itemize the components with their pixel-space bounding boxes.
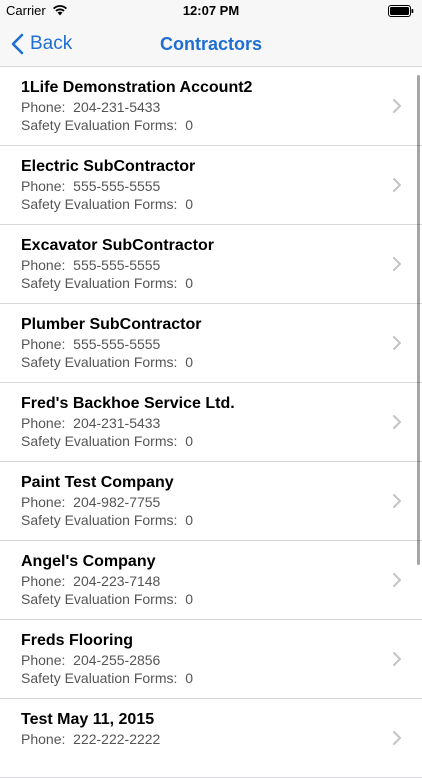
phone-value: 204-223-7148 — [73, 573, 161, 589]
phone-line: Phone: 555-555-5555 — [21, 177, 372, 195]
list-item[interactable]: Excavator SubContractor Phone: 555-555-55… — [0, 225, 422, 304]
list-item[interactable]: Plumber SubContractor Phone: 555-555-5555… — [0, 304, 422, 383]
status-bar: Carrier 12:07 PM — [0, 0, 422, 22]
contractor-details: 1Life Demonstration Account2 Phone: 204-2… — [21, 78, 372, 134]
forms-line: Safety Evaluation Forms: 0 — [21, 353, 372, 371]
list-item[interactable]: Test May 11, 2015 Phone: 222-222-2222 — [0, 699, 422, 778]
chevron-right-icon — [393, 494, 401, 508]
chevron-right-icon — [393, 99, 401, 113]
forms-count: 0 — [185, 117, 193, 133]
phone-value: 204-255-2856 — [73, 652, 161, 668]
forms-label: Safety Evaluation Forms: — [21, 117, 178, 133]
phone-value: 555-555-5555 — [73, 257, 161, 273]
phone-label: Phone: — [21, 652, 66, 668]
contractor-details: Freds Flooring Phone: 204-255-2856 Safety … — [21, 631, 372, 687]
phone-label: Phone: — [21, 415, 66, 431]
forms-count: 0 — [185, 670, 193, 686]
contractor-details: Paint Test Company Phone: 204-982-7755 Saf… — [21, 473, 372, 529]
contractor-name: Fred's Backhoe Service Ltd. — [21, 395, 235, 412]
phone-label: Phone: — [21, 336, 66, 352]
phone-label: Phone: — [21, 99, 66, 115]
phone-line: Phone: 204-982-7755 — [21, 493, 372, 511]
phone-line: Phone: 204-231-5433 — [21, 98, 372, 116]
contractor-name: Excavator SubContractor — [21, 237, 214, 254]
forms-label: Safety Evaluation Forms: — [21, 196, 178, 212]
clock: 12:07 PM — [182, 3, 240, 18]
chevron-right-icon — [393, 336, 401, 350]
phone-value: 555-555-5555 — [73, 178, 161, 194]
phone-value: 204-231-5433 — [73, 99, 161, 115]
chevron-right-icon — [393, 731, 401, 745]
forms-count: 0 — [185, 354, 193, 370]
contractor-details: Electric SubContractor Phone: 555-555-555… — [21, 157, 372, 213]
phone-label: Phone: — [21, 731, 66, 747]
chevron-right-icon — [393, 652, 401, 666]
contractor-name: Plumber SubContractor — [21, 316, 202, 333]
list-item[interactable]: Fred's Backhoe Service Ltd. Phone: 204-23… — [0, 383, 422, 462]
phone-label: Phone: — [21, 178, 66, 194]
contractor-details: Angel's Company Phone: 204-223-7148 Safety… — [21, 552, 372, 608]
forms-line: Safety Evaluation Forms: 0 — [21, 195, 372, 213]
contractor-name: 1Life Demonstration Account2 — [21, 79, 253, 96]
phone-line: Phone: 555-555-5555 — [21, 256, 372, 274]
forms-line: Safety Evaluation Forms: 0 — [21, 432, 372, 450]
forms-count: 0 — [185, 196, 193, 212]
phone-value: 204-231-5433 — [73, 415, 161, 431]
phone-value: 555-555-5555 — [73, 336, 161, 352]
phone-value: 222-222-2222 — [73, 731, 161, 747]
chevron-right-icon — [393, 257, 401, 271]
contractor-name: Test May 11, 2015 — [21, 711, 155, 728]
contractor-details: Test May 11, 2015 Phone: 222-222-2222 — [21, 710, 372, 748]
chevron-right-icon — [393, 415, 401, 429]
list-item[interactable]: Angel's Company Phone: 204-223-7148 Safety… — [0, 541, 422, 620]
phone-line: Phone: 204-223-7148 — [21, 572, 372, 590]
forms-line: Safety Evaluation Forms: 0 — [21, 274, 372, 292]
list-item[interactable]: Freds Flooring Phone: 204-255-2856 Safety … — [0, 620, 422, 699]
chevron-right-icon — [393, 573, 401, 587]
forms-label: Safety Evaluation Forms: — [21, 275, 178, 291]
forms-line: Safety Evaluation Forms: 0 — [21, 511, 372, 529]
page-title: Contractors — [159, 34, 262, 54]
phone-label: Phone: — [21, 494, 66, 510]
forms-line: Safety Evaluation Forms: 0 — [21, 590, 372, 608]
chevron-right-icon — [393, 178, 401, 192]
contractor-name: Angel's Company — [21, 553, 156, 570]
list-item[interactable]: Paint Test Company Phone: 204-982-7755 Saf… — [0, 462, 422, 541]
scrollbar[interactable] — [417, 75, 420, 565]
forms-label: Safety Evaluation Forms: — [21, 433, 178, 449]
list-item[interactable]: Electric SubContractor Phone: 555-555-555… — [0, 146, 422, 225]
forms-count: 0 — [185, 433, 193, 449]
phone-line: Phone: 555-555-5555 — [21, 335, 372, 353]
contractor-details: Plumber SubContractor Phone: 555-555-5555… — [21, 315, 372, 371]
battery-icon — [388, 5, 414, 17]
contractor-name: Paint Test Company — [21, 474, 174, 491]
contractor-name: Freds Flooring — [21, 632, 133, 649]
forms-label: Safety Evaluation Forms: — [21, 354, 178, 370]
forms-count: 0 — [185, 275, 193, 291]
phone-line: Phone: 204-231-5433 — [21, 414, 372, 432]
phone-line: Phone: 222-222-2222 — [21, 730, 372, 748]
forms-label: Safety Evaluation Forms: — [21, 670, 178, 686]
contractor-details: Excavator SubContractor Phone: 555-555-55… — [21, 236, 372, 292]
list-item[interactable]: 1Life Demonstration Account2 Phone: 204-2… — [0, 67, 422, 146]
contractor-name: Electric SubContractor — [21, 158, 196, 175]
phone-value: 204-982-7755 — [73, 494, 161, 510]
phone-label: Phone: — [21, 573, 66, 589]
forms-line: Safety Evaluation Forms: 0 — [21, 669, 372, 687]
forms-line: Safety Evaluation Forms: 0 — [21, 116, 372, 134]
phone-label: Phone: — [21, 257, 66, 273]
contractor-details: Fred's Backhoe Service Ltd. Phone: 204-23… — [21, 394, 372, 450]
contractor-list: 1Life Demonstration Account2 Phone: 204-2… — [0, 67, 422, 778]
forms-count: 0 — [185, 512, 193, 528]
forms-count: 0 — [185, 591, 193, 607]
forms-label: Safety Evaluation Forms: — [21, 591, 178, 607]
forms-label: Safety Evaluation Forms: — [21, 512, 178, 528]
navigation-bar: Back Contractors — [0, 22, 422, 67]
phone-line: Phone: 204-255-2856 — [21, 651, 372, 669]
